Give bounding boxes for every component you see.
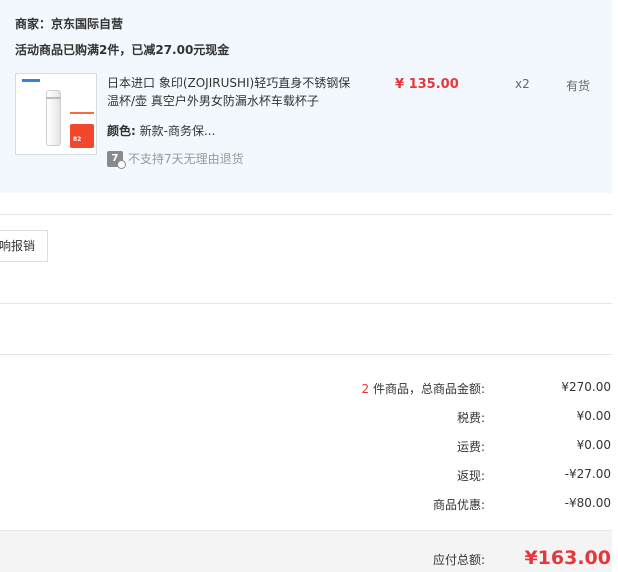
color-value: 新款-商务保... xyxy=(139,124,216,138)
cashback-value: -¥27.00 xyxy=(564,467,611,481)
discount-label: 商品优惠: xyxy=(432,498,485,512)
invoice-button[interactable]: 响报销 xyxy=(0,230,48,262)
tax-label: 税费: xyxy=(456,411,485,425)
summary-shipping-row: 运费: ¥0.00 xyxy=(0,438,612,458)
color-label: 颜色: xyxy=(107,124,136,138)
discount-value: -¥80.00 xyxy=(564,496,611,510)
shipping-value: ¥0.00 xyxy=(576,438,611,452)
merchant-name: 商家：京东国际自营 xyxy=(15,17,124,31)
cashback-label: 返现: xyxy=(456,469,485,483)
goods-total-label: 2 件商品，总商品金额: xyxy=(361,382,485,396)
return-policy: 7 不支持7天无理由退货 xyxy=(107,150,244,169)
stock-status: 有货 xyxy=(566,79,591,93)
summary-discount-row: 商品优惠: -¥80.00 xyxy=(0,496,612,516)
total-bar: 应付总额: ¥163.00 xyxy=(0,530,612,572)
total-label: 应付总额: xyxy=(432,553,485,567)
return-policy-text: 不支持7天无理由退货 xyxy=(128,152,244,166)
total-value: ¥163.00 xyxy=(524,547,611,569)
promo-tag-top xyxy=(70,112,94,122)
shop-section: 商家：京东国际自营 活动商品已购满2件，已减27.00元现金 82 日本进口 象… xyxy=(0,0,612,193)
promotion-text: 活动商品已购满2件，已减27.00元现金 xyxy=(15,43,230,57)
promo-tag-text: 82 xyxy=(73,136,82,143)
summary-goods-row: 2 件商品，总商品金额: ¥270.00 xyxy=(0,380,612,400)
shipping-label: 运费: xyxy=(456,440,485,454)
product-name-link[interactable]: 日本进口 象印(ZOJIRUSHI)轻巧直身不锈钢保温杯/壶 真空户外男女防漏水… xyxy=(107,74,357,110)
product-quantity: x2 xyxy=(515,77,530,91)
summary-cashback-row: 返现: -¥27.00 xyxy=(0,467,612,487)
divider xyxy=(0,354,612,355)
divider xyxy=(0,303,612,304)
bottle-icon xyxy=(46,90,61,146)
summary-tax-row: 税费: ¥0.00 xyxy=(0,409,612,429)
brand-logo-icon xyxy=(22,79,40,82)
tax-value: ¥0.00 xyxy=(576,409,611,423)
product-price: ¥ 135.00 xyxy=(395,77,459,92)
promo-tag-icon: 82 xyxy=(70,124,94,148)
item-count: 2 xyxy=(361,382,370,396)
no-return-icon: 7 xyxy=(107,150,126,169)
product-thumbnail[interactable]: 82 xyxy=(15,73,97,155)
product-color: 颜色: 新款-商务保... xyxy=(107,122,215,139)
divider xyxy=(0,214,612,215)
goods-total-value: ¥270.00 xyxy=(561,380,611,394)
